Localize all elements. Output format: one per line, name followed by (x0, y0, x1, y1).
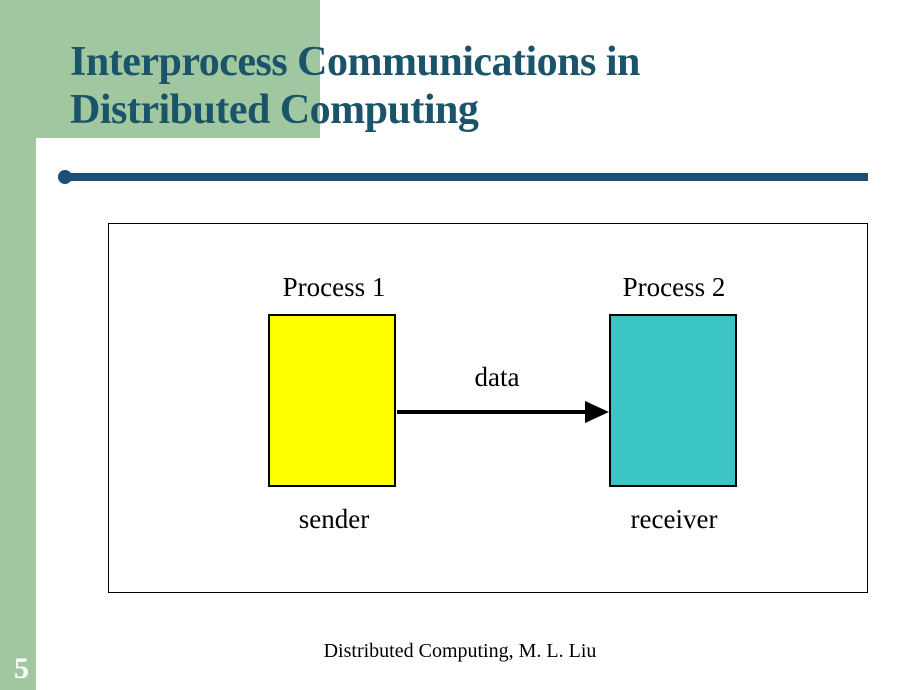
page-number: 5 (14, 652, 29, 686)
process2-title: Process 2 (599, 272, 749, 303)
arrow-icon (397, 397, 609, 427)
process1-box (268, 314, 396, 487)
process1-caption: sender (259, 504, 409, 535)
horizontal-rule (58, 170, 868, 184)
title-line-2: Distributed Computing (70, 87, 478, 133)
slide-title: Interprocess Communications in Distribut… (70, 38, 640, 135)
arrow-label: data (447, 362, 547, 393)
process2-caption: receiver (599, 504, 749, 535)
rule-line (68, 173, 868, 181)
title-line-1: Interprocess Communications in (70, 39, 640, 85)
footer-text: Distributed Computing, M. L. Liu (0, 640, 920, 663)
process2-box (609, 314, 737, 487)
process1-title: Process 1 (259, 272, 409, 303)
diagram-frame: Process 1 Process 2 data sender receiver (108, 223, 868, 593)
